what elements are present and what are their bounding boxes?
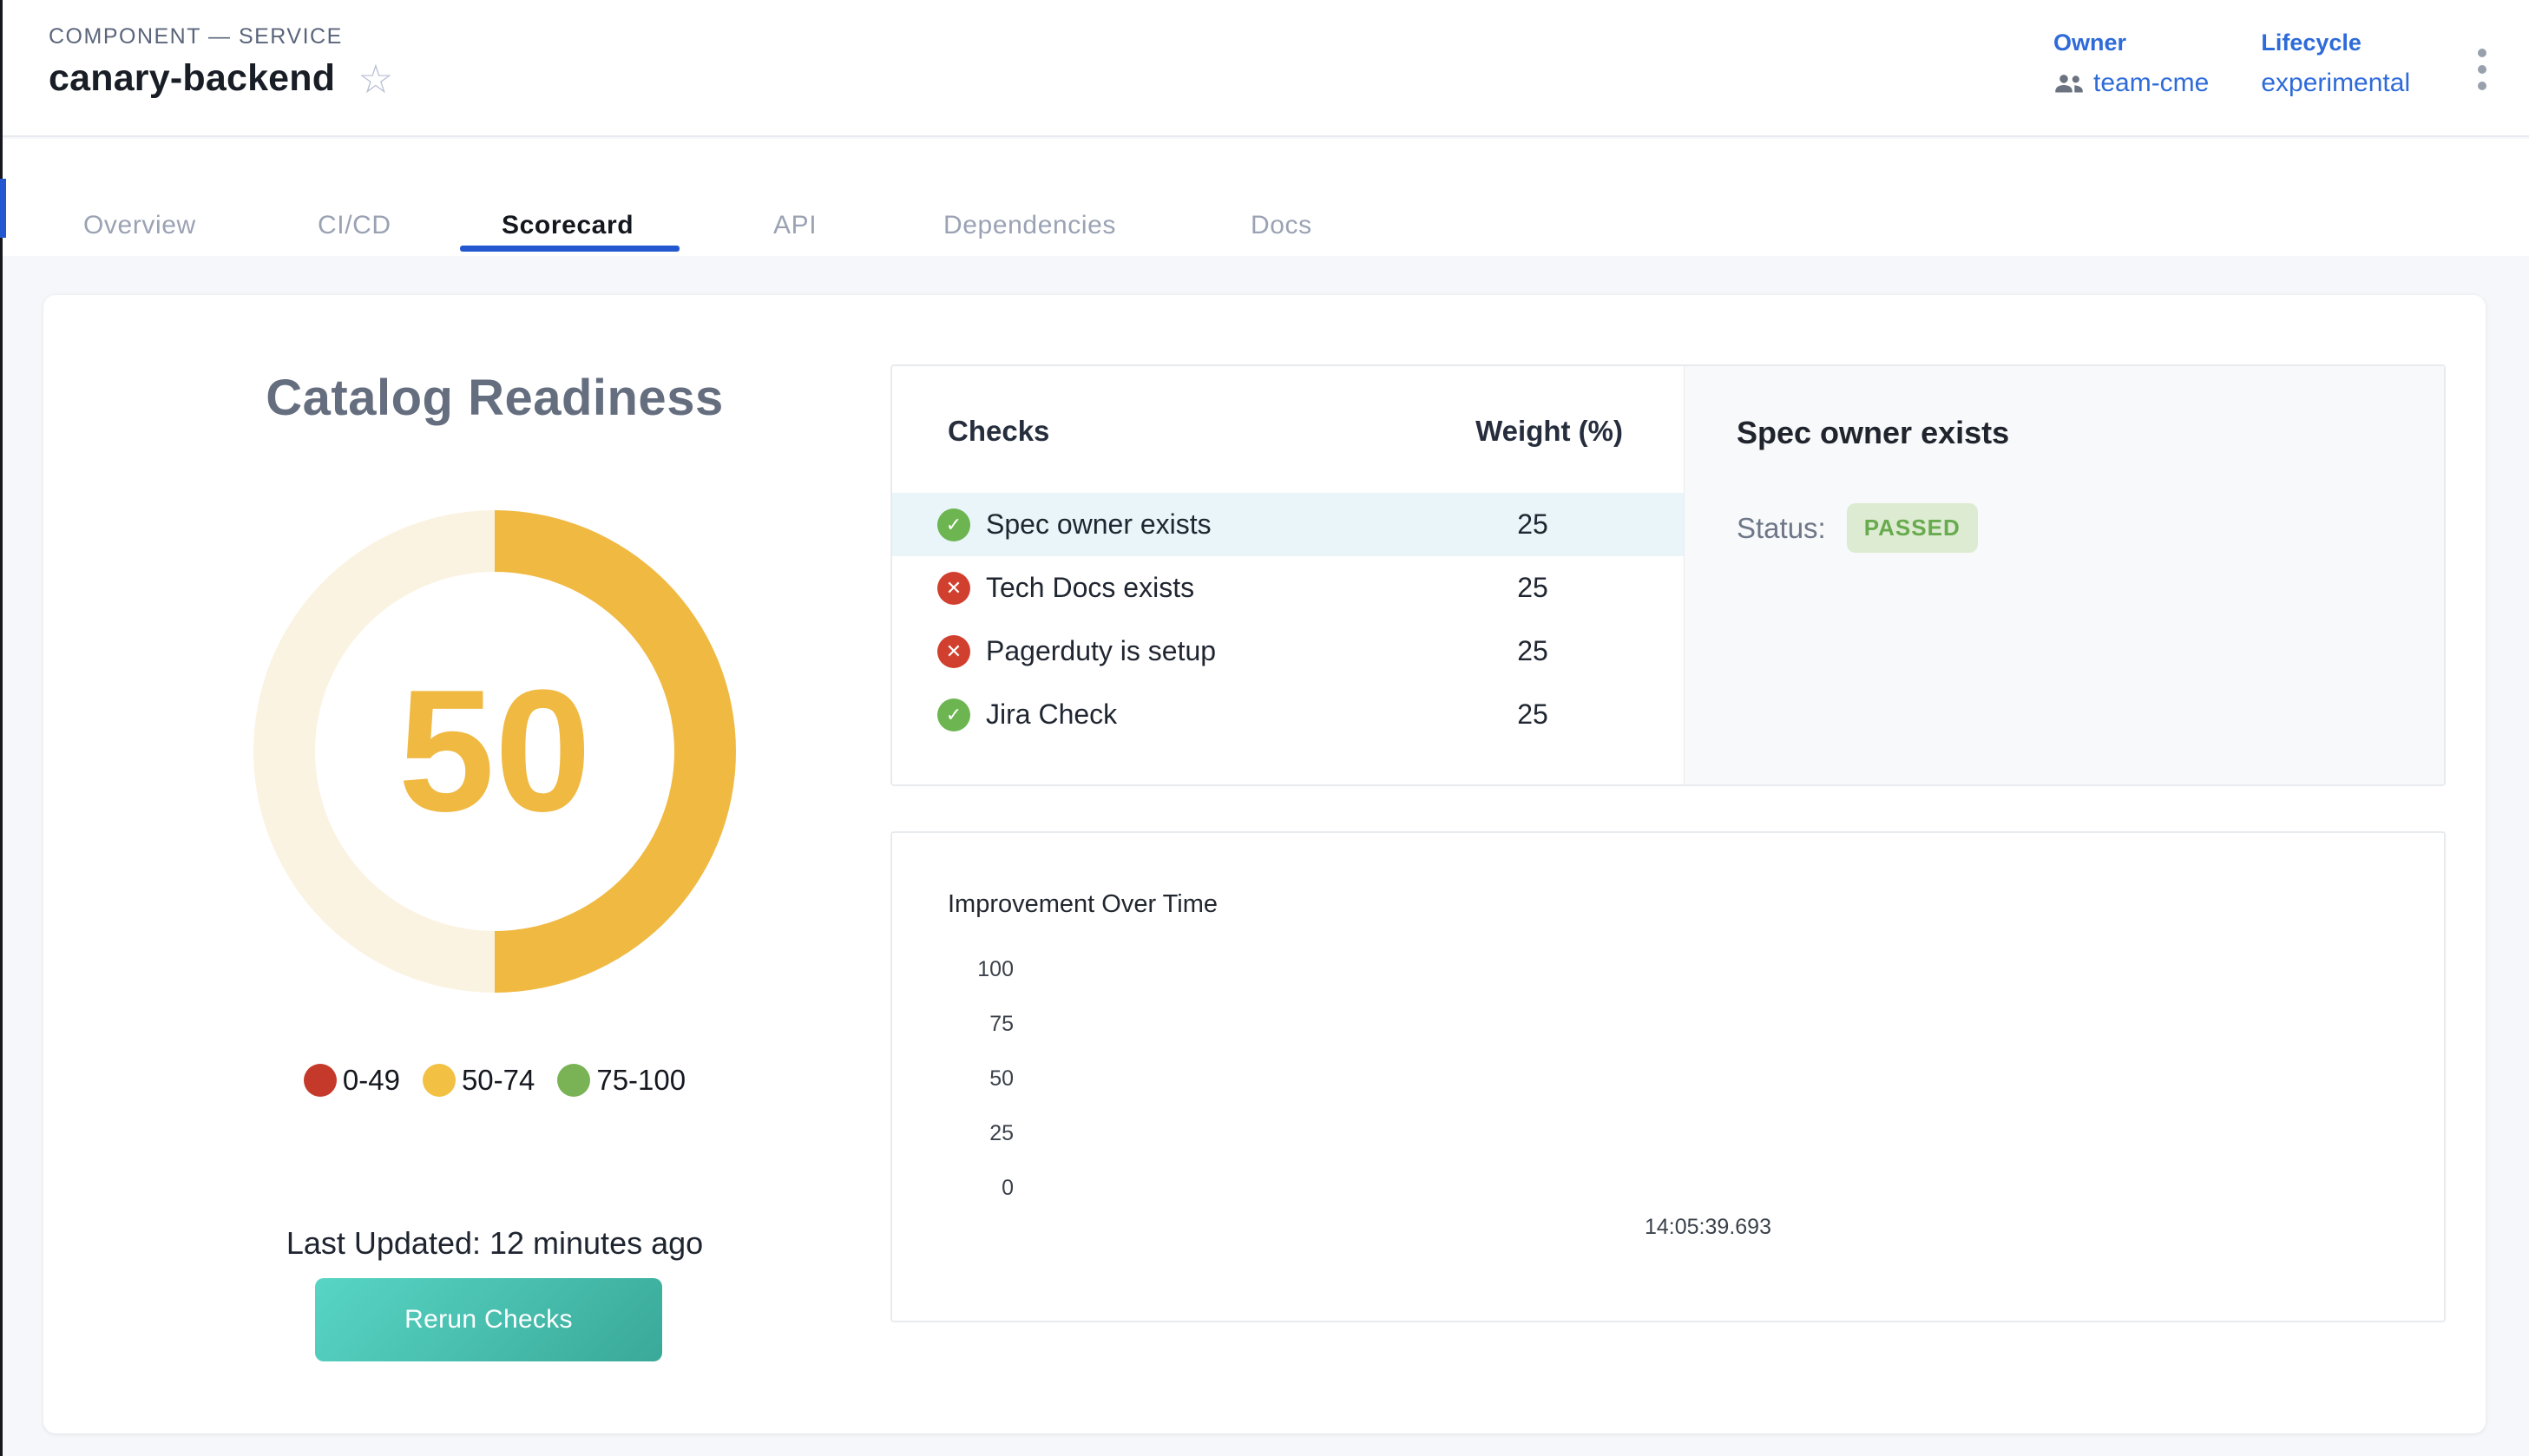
page-content: Catalog Readiness 50 0-49 50-74 75-100 L… (0, 256, 2529, 1456)
legend-item-high: 75-100 (557, 1064, 686, 1097)
legend-item-low: 0-49 (304, 1064, 400, 1097)
tab-cicd[interactable]: CI/CD (318, 211, 391, 240)
y-tick-50: 50 (930, 1065, 1014, 1092)
checks-card: Checks Weight (%) ✓ Spec owner exists 25… (890, 364, 2446, 786)
breadcrumb: COMPONENT — SERVICE (49, 24, 343, 49)
legend-dot-yellow (423, 1064, 456, 1097)
check-status-icon: ✕ (937, 635, 970, 668)
check-row-pagerduty[interactable]: ✕ Pagerduty is setup 25 (892, 620, 1684, 683)
tab-dependencies[interactable]: Dependencies (943, 211, 1116, 240)
owner-block: Owner team-cme (2053, 30, 2209, 98)
entity-tab-bar: Overview CI/CD Scorecard API Dependencie… (0, 139, 2529, 256)
status-label: Status: (1737, 512, 1826, 545)
legend-dot-green (557, 1064, 590, 1097)
more-options-icon[interactable] (2474, 45, 2490, 94)
check-detail-title: Spec owner exists (1737, 415, 2009, 451)
left-edge-accent-bar (0, 179, 6, 238)
lifecycle-value[interactable]: experimental (2261, 69, 2410, 98)
score-value: 50 (253, 510, 736, 993)
check-status-icon: ✕ (937, 572, 970, 605)
last-updated-text: Last Updated: 12 minutes ago (43, 1225, 946, 1262)
check-status-icon: ✓ (937, 698, 970, 731)
score-legend: 0-49 50-74 75-100 (43, 1064, 946, 1097)
readiness-donut: 50 (253, 510, 736, 993)
check-status-icon: ✓ (937, 508, 970, 541)
rerun-checks-button[interactable]: Rerun Checks (315, 1278, 662, 1361)
tab-scorecard[interactable]: Scorecard (502, 211, 634, 240)
improvement-chart-card: Improvement Over Time 100 75 50 25 0 14:… (890, 831, 2446, 1322)
active-tab-indicator (460, 246, 680, 252)
lifecycle-label: Lifecycle (2261, 30, 2410, 56)
y-tick-100: 100 (930, 955, 1014, 983)
check-row-jira[interactable]: ✓ Jira Check 25 (892, 683, 1684, 746)
check-detail-panel: Spec owner exists Status: PASSED (1684, 366, 2444, 784)
owner-label: Owner (2053, 30, 2209, 56)
page-title: canary-backend (49, 57, 335, 100)
owner-link[interactable]: team-cme (2053, 69, 2209, 98)
weight-column-header: Weight (%) (1413, 415, 1623, 448)
y-tick-25: 25 (930, 1119, 1014, 1147)
tab-overview[interactable]: Overview (83, 211, 196, 240)
owner-value: team-cme (2093, 69, 2209, 98)
legend-item-mid: 50-74 (423, 1064, 535, 1097)
scorecard-title: Catalog Readiness (43, 369, 946, 427)
tab-docs[interactable]: Docs (1251, 211, 1312, 240)
lifecycle-block: Lifecycle experimental (2261, 30, 2410, 98)
chart-title: Improvement Over Time (948, 890, 1218, 919)
scorecard-panel: Catalog Readiness 50 0-49 50-74 75-100 L… (43, 295, 2486, 1433)
check-row-tech-docs[interactable]: ✕ Tech Docs exists 25 (892, 556, 1684, 620)
group-icon (2053, 72, 2085, 95)
readiness-summary: Catalog Readiness 50 0-49 50-74 75-100 L… (43, 295, 946, 1433)
x-tick-timestamp: 14:05:39.693 (1448, 1215, 1968, 1240)
y-tick-75: 75 (930, 1010, 1014, 1038)
tab-api[interactable]: API (773, 211, 817, 240)
check-row-spec-owner[interactable]: ✓ Spec owner exists 25 (892, 493, 1684, 556)
checks-column-header: Checks (948, 415, 1049, 448)
favorite-star-icon[interactable]: ☆ (358, 59, 393, 99)
status-badge: PASSED (1847, 503, 1978, 553)
entity-header: COMPONENT — SERVICE canary-backend ☆ Own… (0, 0, 2529, 137)
legend-dot-red (304, 1064, 337, 1097)
y-tick-0: 0 (930, 1174, 1014, 1202)
